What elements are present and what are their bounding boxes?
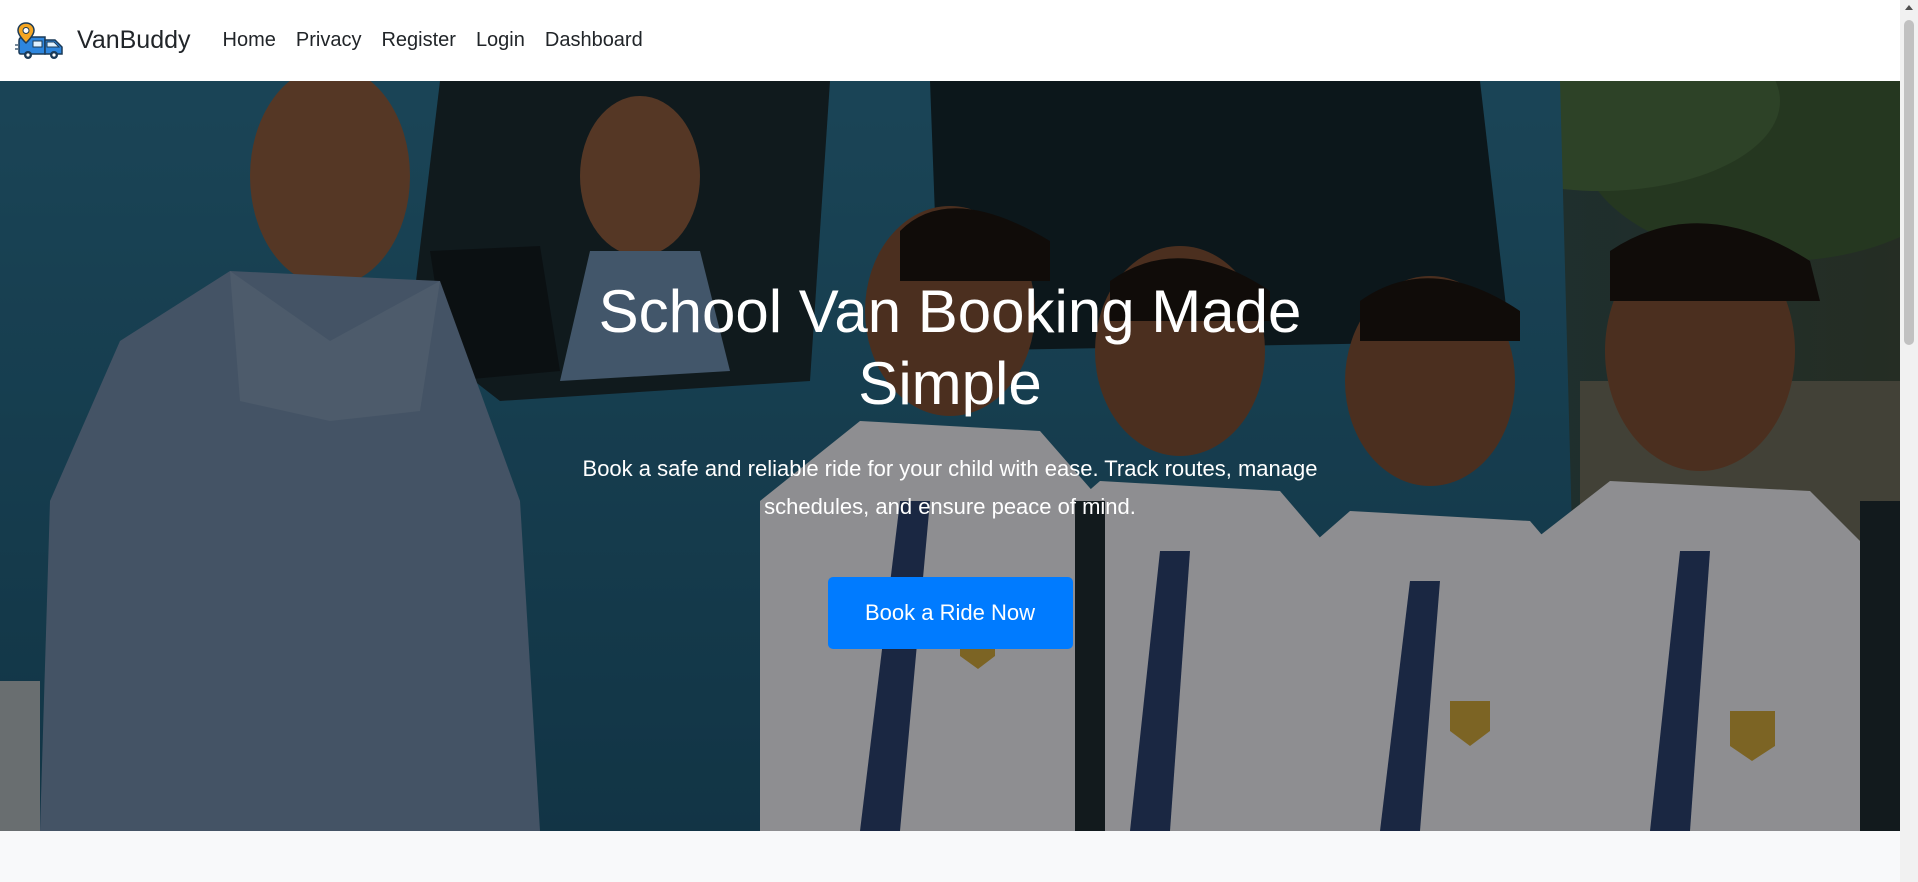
- nav-link-register[interactable]: Register: [371, 21, 465, 60]
- nav-link-home[interactable]: Home: [213, 21, 286, 60]
- scroll-up-arrow-icon[interactable]: [1905, 5, 1913, 10]
- nav-link-dashboard[interactable]: Dashboard: [535, 21, 653, 60]
- nav-item: Privacy: [286, 21, 372, 60]
- hero-section: School Van Booking Made Simple Book a sa…: [0, 81, 1900, 831]
- hero-content: School Van Booking Made Simple Book a sa…: [0, 276, 1900, 649]
- hero-subtitle: Book a safe and reliable ride for your c…: [582, 456, 1318, 519]
- book-ride-button[interactable]: Book a Ride Now: [827, 577, 1073, 649]
- nav-link-privacy[interactable]: Privacy: [286, 21, 372, 60]
- nav-links: Home Privacy Register Login Dashboard: [213, 21, 653, 60]
- brand-name: VanBuddy: [77, 26, 191, 54]
- nav-item: Register: [371, 21, 465, 60]
- scroll-thumb[interactable]: [1904, 20, 1914, 345]
- nav-link-login[interactable]: Login: [466, 21, 535, 60]
- hero-title: School Van Booking Made Simple: [598, 278, 1302, 417]
- nav-item: Login: [466, 21, 535, 60]
- nav-item: Home: [213, 21, 286, 60]
- page-scrollbar[interactable]: [1900, 0, 1918, 882]
- below-hero-section: [0, 831, 1900, 882]
- brand-link[interactable]: VanBuddy: [15, 21, 191, 61]
- van-location-pin-icon: [15, 21, 63, 59]
- top-navbar: VanBuddy Home Privacy Register Login Das…: [0, 0, 1900, 81]
- nav-item: Dashboard: [535, 21, 653, 60]
